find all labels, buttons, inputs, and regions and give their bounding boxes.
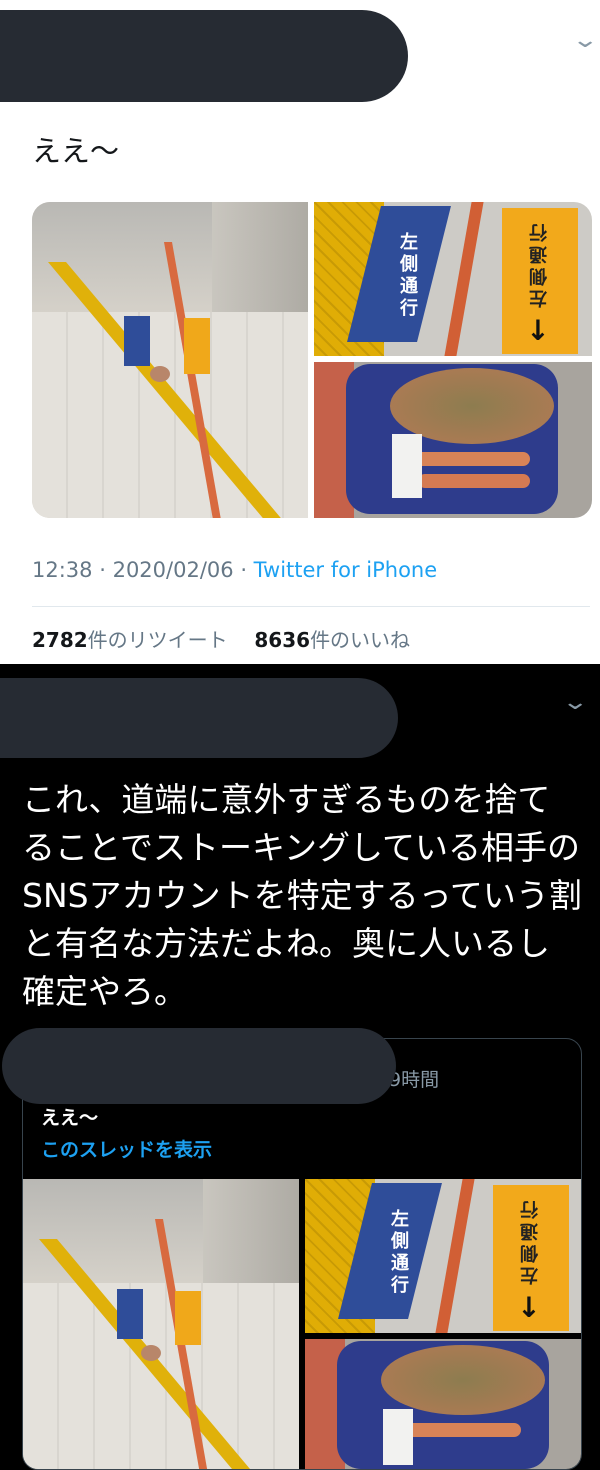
redacted-user-header	[0, 678, 398, 758]
blue-floor-sign	[124, 316, 150, 366]
arrow-glyph: ↓	[517, 1291, 541, 1324]
red-stripe	[435, 1179, 475, 1333]
crab-leg	[418, 474, 530, 488]
red-stripe	[444, 202, 484, 356]
photo-floor-sign[interactable]: 左側通行 左側通行 ↓	[314, 202, 592, 356]
retweets-stat[interactable]: 2782件のリツイート	[32, 628, 228, 652]
tweet-date: 2020/02/06	[112, 558, 234, 582]
tweet-stats: 2782件のリツイート 8636件のいいね	[32, 624, 410, 653]
reply-text: これ、道端に意外すぎるものを捨てることでストーキングしている相手のSNSアカウン…	[22, 780, 582, 1011]
crab-body	[381, 1345, 545, 1415]
tweet-photo-grid[interactable]: 左側通行 左側通行 ↓	[32, 202, 592, 518]
redacted-user-header	[0, 10, 408, 102]
tweet-source-link[interactable]: Twitter for iPhone	[254, 558, 438, 582]
blue-floor-sign	[117, 1289, 143, 1339]
reply-tweet: ⌄ これ、道端に意外すぎるものを捨てることでストーキングしている相手のSNSアカ…	[0, 664, 600, 1470]
photo-corridor[interactable]	[32, 202, 308, 518]
show-thread-link[interactable]: このスレッドを表示	[41, 1135, 212, 1162]
retweets-count: 2782	[32, 628, 88, 652]
original-tweet: ⌄ ええ〜 左側通行 左側通行 ↓ 12:38 · 2020/02/06 · T…	[0, 0, 600, 664]
quoted-photo-grid[interactable]: 左側通行 左側通行 ↓	[23, 1179, 581, 1469]
likes-stat[interactable]: 8636件のいいね	[254, 628, 410, 652]
divider	[32, 606, 590, 607]
orange-sign-label: 左側通行	[529, 221, 547, 308]
blue-sign-label: 左側通行	[400, 232, 418, 319]
price-label	[383, 1409, 413, 1465]
crab-small	[141, 1345, 161, 1361]
photo-corridor[interactable]	[23, 1179, 299, 1469]
chevron-down-icon[interactable]: ⌄	[571, 30, 599, 52]
blue-sign-label: 左側通行	[391, 1209, 409, 1296]
crab-leg	[401, 1423, 521, 1437]
tweet-time: 12:38	[32, 558, 93, 582]
likes-count: 8636	[254, 628, 311, 652]
quoted-time: 9時間	[389, 1069, 440, 1091]
orange-sign-label: 左側通行	[520, 1198, 538, 1285]
tweet-text: ええ〜	[32, 134, 120, 168]
crab-small	[150, 366, 170, 382]
corridor-floor	[32, 312, 308, 518]
redacted-quoted-user	[2, 1028, 396, 1104]
photo-crab[interactable]	[314, 362, 592, 518]
likes-label: 件のいいね	[310, 628, 411, 652]
quoted-text: ええ〜	[41, 1107, 99, 1129]
crab-body	[390, 368, 554, 444]
chevron-down-icon[interactable]: ⌄	[561, 692, 589, 714]
orange-floor-sign	[184, 318, 210, 374]
arrow-glyph: ↓	[526, 314, 550, 347]
retweets-label: 件のリツイート	[87, 628, 228, 652]
photo-floor-sign[interactable]: 左側通行 左側通行 ↓	[305, 1179, 581, 1333]
tweet-meta: 12:38 · 2020/02/06 · Twitter for iPhone	[32, 558, 438, 582]
price-label	[392, 434, 422, 498]
crab-leg	[410, 452, 530, 466]
photo-crab[interactable]	[305, 1339, 581, 1469]
orange-floor-sign	[175, 1291, 201, 1345]
